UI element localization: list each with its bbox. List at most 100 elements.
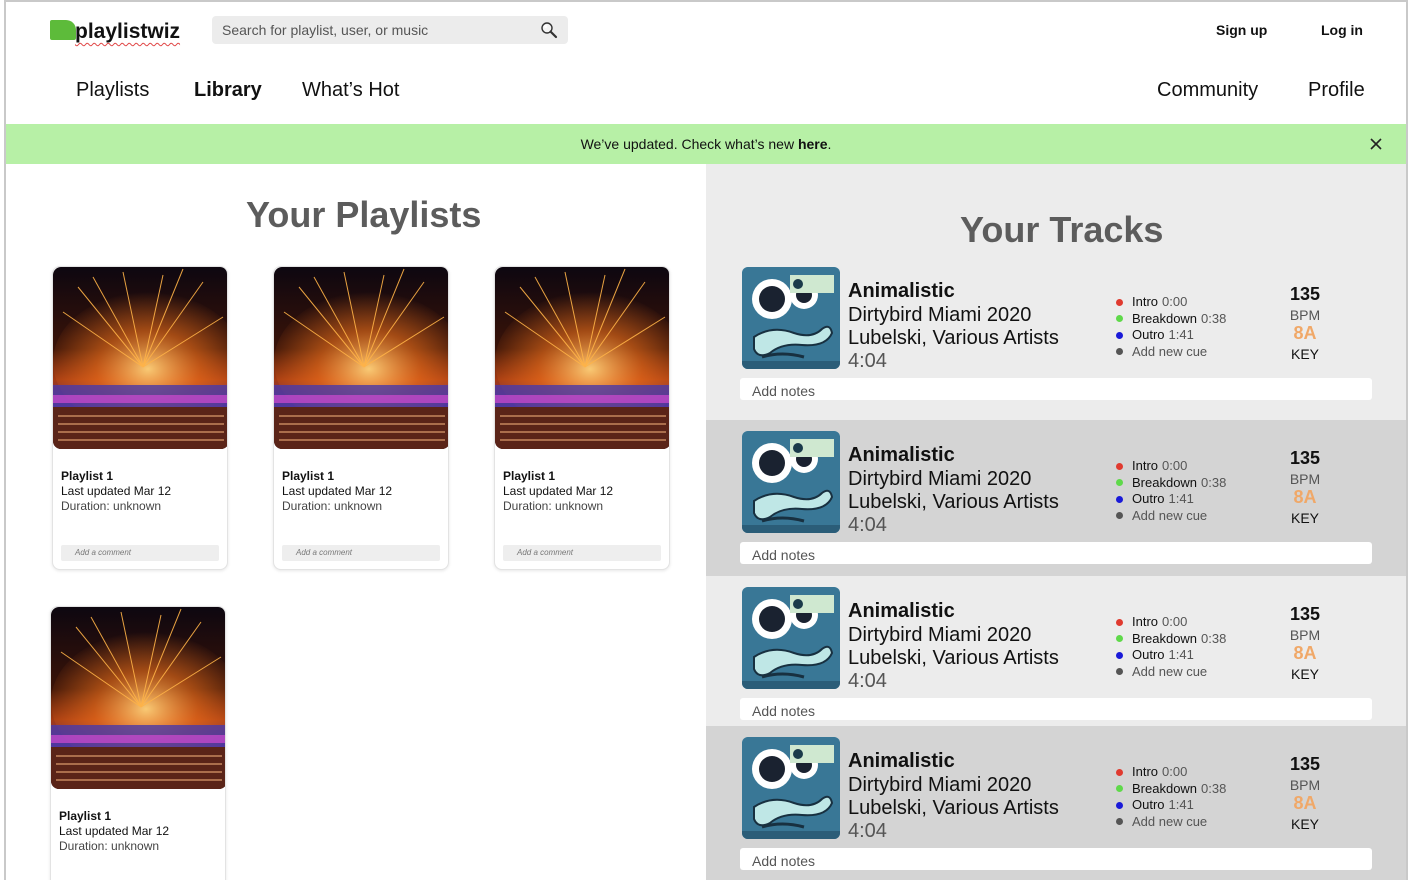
playlist-updated: Last updated Mar 12: [59, 824, 170, 838]
cue-time: 1:41: [1168, 327, 1194, 342]
cue-item[interactable]: Breakdown 0:38: [1116, 781, 1226, 798]
cue-item[interactable]: Breakdown 0:38: [1116, 631, 1226, 648]
playlist-card[interactable]: Playlist 1 Last updated Mar 12 Duration:…: [52, 266, 228, 570]
playlist-title: Playlist 1: [503, 469, 556, 483]
playlists-heading: Your Playlists: [246, 194, 482, 235]
track-row: Animalistic Dirtybird Miami 2020 Lubelsk…: [706, 244, 1406, 420]
cue-dot-icon: [1116, 635, 1123, 643]
cue-item[interactable]: Intro 0:00: [1116, 764, 1226, 781]
track-duration: 4:04: [848, 514, 887, 536]
logo[interactable]: playlistwiz: [50, 18, 180, 46]
sign-up-link[interactable]: Sign up: [1216, 22, 1267, 38]
cue-list: Intro 0:00 Breakdown 0:38 Outro 1:41 Add new c…: [1116, 294, 1226, 360]
banner-link[interactable]: here: [798, 136, 828, 152]
playlist-duration: Duration: unknown: [282, 499, 383, 513]
comment-input[interactable]: Add a comment: [61, 545, 219, 561]
playlist-duration: Duration: unknown: [59, 839, 160, 853]
bpm-value: 135: [1289, 754, 1321, 774]
cue-item[interactable]: Intro 0:00: [1116, 614, 1226, 631]
search-icon[interactable]: [540, 21, 558, 39]
cue-label: Intro: [1132, 458, 1159, 473]
banner-period: .: [827, 136, 832, 152]
add-cue-button[interactable]: Add new cue: [1116, 814, 1226, 831]
cue-item[interactable]: Breakdown 0:38: [1116, 475, 1226, 492]
track-row: Animalistic Dirtybird Miami 2020 Lubelsk…: [706, 726, 1406, 880]
album-cover-image[interactable]: [742, 587, 840, 689]
cue-item[interactable]: Breakdown 0:38: [1116, 311, 1226, 328]
album-cover-image[interactable]: [742, 737, 840, 839]
notes-input[interactable]: Add notes: [740, 542, 1372, 564]
notes-input[interactable]: Add notes: [740, 698, 1372, 720]
bpm-label: BPM: [1289, 777, 1321, 793]
cue-dot-icon: [1116, 801, 1123, 809]
cue-item[interactable]: Outro 1:41: [1116, 797, 1226, 814]
track-album: Dirtybird Miami 2020: [848, 468, 1032, 490]
add-cue-dot-icon: [1116, 348, 1123, 356]
app-name: playlistwiz: [75, 20, 181, 43]
track-artists: Lubelski, Various Artists: [848, 797, 1059, 819]
close-icon[interactable]: [1368, 136, 1384, 152]
bpm-value: 135: [1289, 604, 1321, 624]
cue-item[interactable]: Outro 1:41: [1116, 647, 1226, 664]
cue-item[interactable]: Outro 1:41: [1116, 491, 1226, 508]
playlist-updated: Last updated Mar 12: [282, 484, 393, 498]
cue-dot-icon: [1116, 479, 1123, 487]
playlist-title: Playlist 1: [61, 469, 114, 483]
add-cue-button[interactable]: Add new cue: [1116, 344, 1226, 361]
key-label: KEY: [1290, 346, 1319, 362]
comment-input[interactable]: Add a comment: [503, 545, 661, 561]
album-cover-image[interactable]: [742, 267, 840, 369]
notes-input[interactable]: Add notes: [740, 848, 1372, 870]
track-title[interactable]: Animalistic: [848, 280, 955, 303]
cue-dot-icon: [1116, 315, 1123, 323]
nav-community[interactable]: Community: [1157, 79, 1258, 102]
cue-item[interactable]: Intro 0:00: [1116, 458, 1226, 475]
cue-dot-icon: [1116, 298, 1123, 306]
notes-input[interactable]: Add notes: [740, 378, 1372, 400]
playlist-updated: Last updated Mar 12: [61, 484, 172, 498]
cue-label: Intro: [1132, 764, 1159, 779]
search-input[interactable]: [222, 22, 522, 38]
playlist-cover-image: [51, 607, 225, 789]
cue-list: Intro 0:00 Breakdown 0:38 Outro 1:41 Add new c…: [1116, 614, 1226, 680]
add-cue-button[interactable]: Add new cue: [1116, 508, 1226, 525]
track-duration: 4:04: [848, 350, 887, 372]
cue-item[interactable]: Outro 1:41: [1116, 327, 1226, 344]
playlist-cover-image: [495, 267, 669, 449]
key-value: 8A: [1293, 487, 1317, 507]
playlist-card[interactable]: Playlist 1 Last updated Mar 12 Duration:…: [50, 606, 226, 880]
logo-icon: [50, 20, 76, 40]
nav-playlists[interactable]: Playlists: [76, 79, 149, 102]
cue-time: 0:00: [1162, 614, 1188, 629]
nav-library[interactable]: Library: [194, 79, 262, 102]
track-title[interactable]: Animalistic: [848, 600, 955, 623]
playlist-card[interactable]: Playlist 1 Last updated Mar 12 Duration:…: [494, 266, 670, 570]
add-cue-dot-icon: [1116, 512, 1123, 520]
nav-whats-hot[interactable]: What’s Hot: [302, 79, 399, 102]
playlist-card[interactable]: Playlist 1 Last updated Mar 12 Duration:…: [273, 266, 449, 570]
track-artists: Lubelski, Various Artists: [848, 491, 1059, 513]
track-title[interactable]: Animalistic: [848, 750, 955, 773]
cue-time: 0:38: [1201, 474, 1227, 490]
cue-list: Intro 0:00 Breakdown 0:38 Outro 1:41 Add new c…: [1116, 764, 1226, 830]
track-row: Animalistic Dirtybird Miami 2020 Lubelsk…: [706, 420, 1406, 576]
banner-text: We’ve updated. Check what’s new: [580, 136, 798, 152]
track-artists: Lubelski, Various Artists: [848, 647, 1059, 669]
add-cue-button[interactable]: Add new cue: [1116, 664, 1226, 681]
bpm-label: BPM: [1289, 627, 1321, 643]
playlist-updated: Last updated Mar 12: [503, 484, 614, 498]
cue-label: Breakdown: [1132, 630, 1198, 646]
track-album: Dirtybird Miami 2020: [848, 304, 1032, 326]
cue-label: Breakdown: [1132, 780, 1198, 796]
album-cover-image[interactable]: [742, 431, 840, 533]
comment-input[interactable]: Add a comment: [282, 545, 440, 561]
track-title[interactable]: Animalistic: [848, 444, 955, 467]
log-in-link[interactable]: Log in: [1321, 22, 1363, 38]
bpm-label: BPM: [1289, 307, 1321, 323]
cue-dot-icon: [1116, 768, 1123, 776]
app-window: playlistwiz Sign up Log in Playlists Lib…: [4, 0, 1408, 880]
key-value: 8A: [1293, 643, 1317, 663]
tracks-panel: Your Tracks Animalistic Dirtybird Miami …: [706, 164, 1406, 880]
cue-item[interactable]: Intro 0:00: [1116, 294, 1226, 311]
nav-profile[interactable]: Profile: [1308, 79, 1365, 102]
